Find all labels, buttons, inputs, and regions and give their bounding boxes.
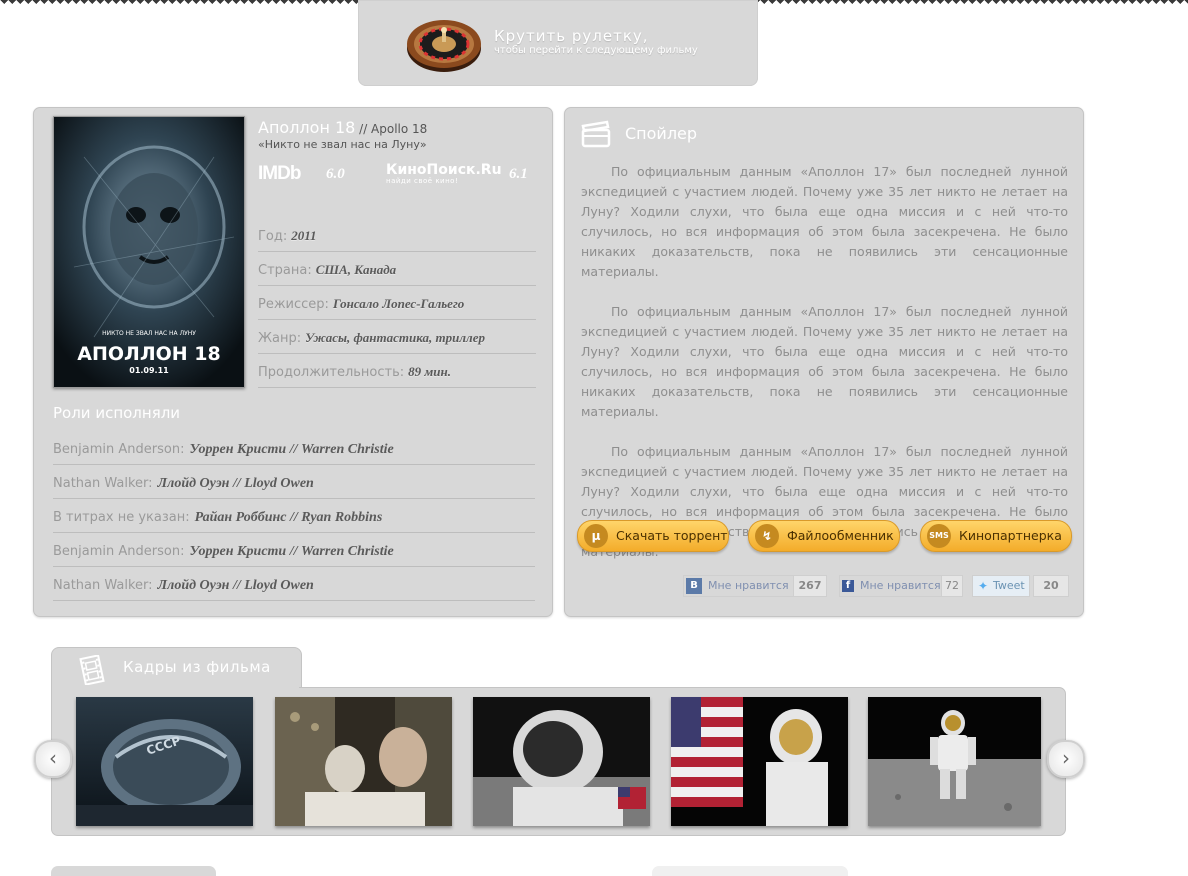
roulette-wheel-icon (407, 20, 481, 72)
social-buttons: В Мне нравится 267 f Мне нравится 72 ✦ T… (565, 575, 1083, 597)
tab-joint (52, 685, 299, 689)
frame-moonwalk-image (868, 697, 1041, 826)
cast-row: Benjamin Anderson: Уоррен Кристи // Warre… (53, 431, 535, 465)
spoiler-paragraph: По официальным данным «Аполлон 17» был п… (581, 164, 1068, 279)
frames-prev-button[interactable]: ‹ (34, 740, 72, 778)
next-section-tab (51, 866, 216, 876)
fact-value: США, Канада (315, 262, 397, 277)
movie-frame-2[interactable] (275, 697, 452, 826)
cast-actor-link[interactable]: Райан Роббинс // Ryan Robbins (195, 510, 383, 525)
roulette-title: Крутить рулетку, (494, 27, 649, 45)
cast-actor-link[interactable]: Уоррен Кристи // Warren Christie (189, 442, 393, 457)
cast-role: Benjamin Anderson: (53, 544, 185, 559)
facebook-like-button[interactable]: f Мне нравится (839, 575, 946, 597)
fact-label: Продолжительность: (258, 365, 405, 380)
fact-value: 89 мин. (408, 364, 452, 379)
movie-frame-3[interactable] (473, 697, 650, 826)
poster-date: 01.09.11 (129, 366, 169, 375)
film-strip-icon (79, 655, 105, 685)
button-label: Скачать торрент (616, 528, 728, 543)
sms-icon: SMS (927, 524, 951, 548)
movie-frame-1[interactable]: CCCP (76, 697, 253, 826)
movie-title: Аполлон 18 // Apollo 18 (258, 118, 427, 137)
fact-director: Режиссер: Гонсало Лопес-Гальего (258, 286, 536, 320)
movie-title-original: // Apollo 18 (355, 122, 428, 136)
fact-value: Ужасы, фантастика, триллер (305, 330, 485, 345)
next-section-tab-right (652, 866, 848, 876)
kinopoisk-label: КиноПоиск.Ru (386, 162, 502, 178)
poster-image: НИКТО НЕ ЗВАЛ НАС НА ЛУНУ АПОЛЛОН 18 01.… (54, 117, 244, 387)
cast-row: Nathan Walker: Ллойд Оуэн // Lloyd Owen (53, 567, 535, 601)
tweet-label: Tweet (993, 579, 1025, 592)
roulette-banner[interactable]: Крутить рулетку, чтобы перейти к следующ… (358, 0, 758, 86)
fact-label: Жанр: (258, 331, 302, 346)
facebook-like-label: Мне нравится (860, 579, 941, 592)
movie-tagline: «Никто не звал нас на Луну» (258, 138, 427, 151)
clapperboard-icon (581, 120, 611, 148)
frames-title: Кадры из фильма (123, 658, 271, 676)
frame-astronaut-closeup-image (473, 697, 650, 826)
fact-duration: Продолжительность: 89 мин. (258, 354, 536, 388)
movie-poster[interactable]: НИКТО НЕ ЗВАЛ НАС НА ЛУНУ АПОЛЛОН 18 01.… (53, 116, 245, 388)
cast-row: Nathan Walker: Ллойд Оуэн // Lloyd Owen (53, 465, 535, 499)
button-label: Файлообменник (787, 528, 894, 543)
fact-country: Страна: США, Канада (258, 252, 536, 286)
facebook-icon: f (842, 580, 854, 592)
imdb-logo[interactable]: IMDb (258, 163, 301, 185)
poster-title: АПОЛЛОН 18 (77, 343, 220, 365)
poster-tagline: НИКТО НЕ ЗВАЛ НАС НА ЛУНУ (102, 330, 196, 337)
spoiler-panel: Спойлер По официальным данным «Аполлон 1… (564, 107, 1084, 617)
kinopoisk-rating: 6.1 (509, 166, 528, 182)
twitter-icon: ✦ (977, 579, 989, 593)
movie-facts: Год: 2011 Страна: США, Канада Режиссер: Гон… (258, 218, 536, 388)
movie-info-panel: НИКТО НЕ ЗВАЛ НАС НА ЛУНУ АПОЛЛОН 18 01.… (33, 107, 553, 617)
cast-title: Роли исполняли (53, 404, 181, 422)
movie-frame-5[interactable] (868, 697, 1041, 826)
kinopoisk-sublabel: найди своё кино! (386, 177, 459, 185)
utorrent-icon: µ (584, 524, 608, 548)
frame-flag-image (671, 697, 848, 826)
vk-like-count: 267 (793, 575, 827, 597)
kinopartnerka-button[interactable]: SMS Кинопартнерка (920, 520, 1072, 552)
fact-label: Страна: (258, 263, 312, 278)
vk-icon: В (686, 578, 702, 594)
vk-like-button[interactable]: В Мне нравится (683, 575, 794, 597)
frame-helmet-image: CCCP (76, 697, 253, 826)
cast-role: В титрах не указан: (53, 510, 190, 525)
fact-year: Год: 2011 (258, 218, 536, 252)
cast-role: Nathan Walker: (53, 578, 153, 593)
vk-like-label: Мне нравится (708, 579, 789, 592)
spoiler-title: Спойлер (625, 124, 698, 143)
spoiler-paragraph: По официальным данным «Аполлон 17» был п… (581, 304, 1068, 419)
fact-value: 2011 (291, 228, 317, 243)
cast-row: В титрах не указан: Райан Роббинс // Ryan… (53, 499, 535, 533)
cast-role: Nathan Walker: (53, 476, 153, 491)
cast-actor-link[interactable]: Ллойд Оуэн // Lloyd Owen (158, 578, 314, 593)
cast-actor-link[interactable]: Уоррен Кристи // Warren Christie (189, 544, 393, 559)
frames-tab: Кадры из фильма (51, 647, 302, 690)
download-torrent-button[interactable]: µ Скачать торрент (577, 520, 729, 552)
imdb-rating: 6.0 (326, 166, 345, 182)
facebook-like-count: 72 (941, 575, 963, 597)
cast-role: Benjamin Anderson: (53, 442, 185, 457)
kinopoisk-logo[interactable]: КиноПоиск.Ru найди своё кино! (386, 163, 502, 185)
button-label: Кинопартнерка (959, 528, 1062, 543)
frame-cockpit-image (275, 697, 452, 826)
tweet-button[interactable]: ✦ Tweet (972, 575, 1030, 597)
cast-row: Benjamin Anderson: Уоррен Кристи // Warre… (53, 533, 535, 567)
cast-list: Benjamin Anderson: Уоррен Кристи // Warre… (53, 431, 535, 601)
fact-label: Год: (258, 229, 288, 244)
fact-label: Режиссер: (258, 297, 329, 312)
movie-frame-4[interactable] (671, 697, 848, 826)
download-arrow-icon: ↯ (755, 524, 779, 548)
cast-actor-link[interactable]: Ллойд Оуэн // Lloyd Owen (158, 476, 314, 491)
tweet-count: 20 (1033, 575, 1069, 597)
fact-genre: Жанр: Ужасы, фантастика, триллер (258, 320, 536, 354)
frames-next-button[interactable]: › (1047, 740, 1085, 778)
file-hosting-button[interactable]: ↯ Файлообменник (748, 520, 900, 552)
movie-title-ru: Аполлон 18 (258, 118, 356, 137)
spoiler-text: По официальным данным «Аполлон 17» был п… (581, 162, 1068, 582)
fact-value: Гонсало Лопес-Гальего (332, 296, 465, 311)
roulette-subtitle: чтобы перейти к следующему фильму (494, 45, 698, 56)
